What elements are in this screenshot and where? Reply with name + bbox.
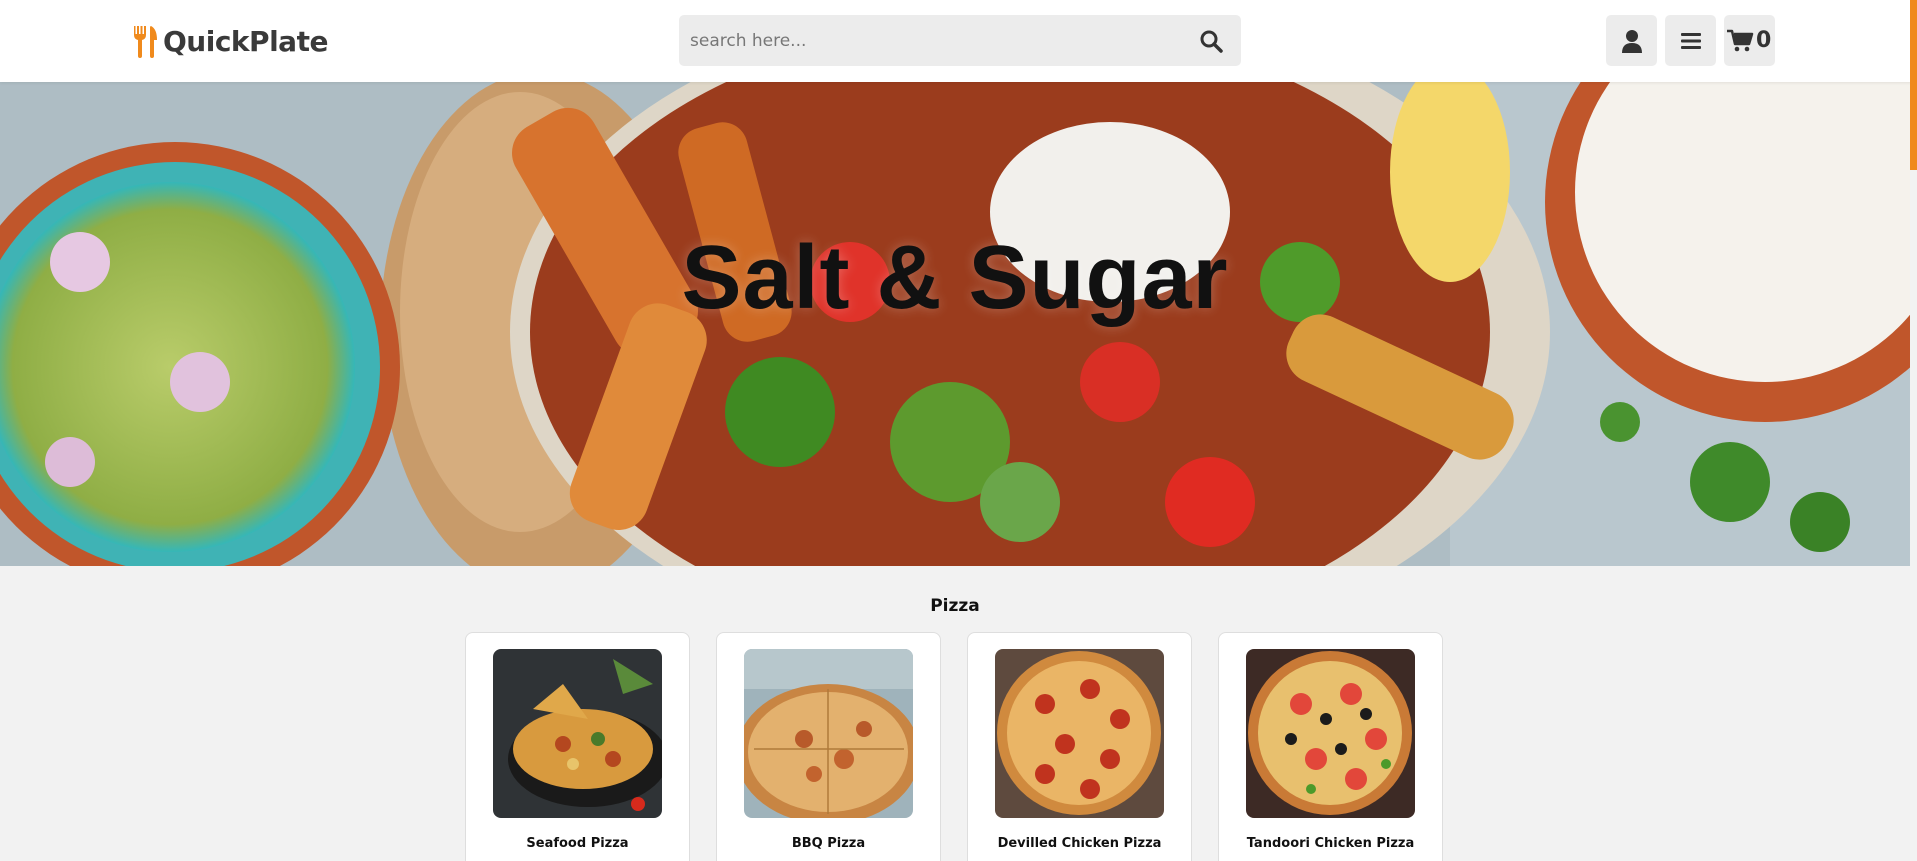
menu-icon: [1680, 32, 1701, 49]
product-card[interactable]: BBQ Pizza: [716, 632, 941, 861]
menu-button[interactable]: [1665, 15, 1716, 66]
cart-count-badge: 0: [1756, 28, 1772, 53]
brand-logo[interactable]: QuickPlate: [131, 21, 328, 61]
fork-knife-icon: [134, 26, 157, 58]
search-icon: [1200, 30, 1223, 53]
scroll-indicator[interactable]: [1910, 0, 1917, 170]
cart-button[interactable]: 0: [1724, 15, 1775, 66]
product-name: BBQ Pizza: [791, 836, 866, 851]
site-header: QuickPlate 0: [0, 0, 1917, 82]
product-image-bbq-pizza: [744, 649, 913, 818]
category-title: Pizza: [930, 596, 980, 616]
product-card[interactable]: Devilled Chicken Pizza: [967, 632, 1192, 861]
cart-icon: [1727, 29, 1754, 51]
product-image-devilled-chicken-pizza: [995, 649, 1164, 818]
search-input[interactable]: [679, 15, 1169, 66]
product-card[interactable]: Seafood Pizza: [465, 632, 690, 861]
brand-name: QuickPlate: [163, 24, 328, 58]
product-image-seafood-pizza: [493, 649, 662, 818]
search-button[interactable]: [1181, 15, 1241, 66]
product-name: Tandoori Chicken Pizza: [1246, 836, 1415, 851]
product-name: Seafood Pizza: [526, 836, 629, 851]
hero-banner: Salt & Sugar: [0, 82, 1910, 566]
account-button[interactable]: [1606, 15, 1657, 66]
user-icon: [1621, 29, 1642, 53]
hero-title: Salt & Sugar: [681, 228, 1229, 328]
product-image-tandoori-chicken-pizza: [1246, 649, 1415, 818]
product-card[interactable]: Tandoori Chicken Pizza: [1218, 632, 1443, 861]
product-name: Devilled Chicken Pizza: [997, 836, 1162, 851]
search-bar: [679, 15, 1241, 66]
